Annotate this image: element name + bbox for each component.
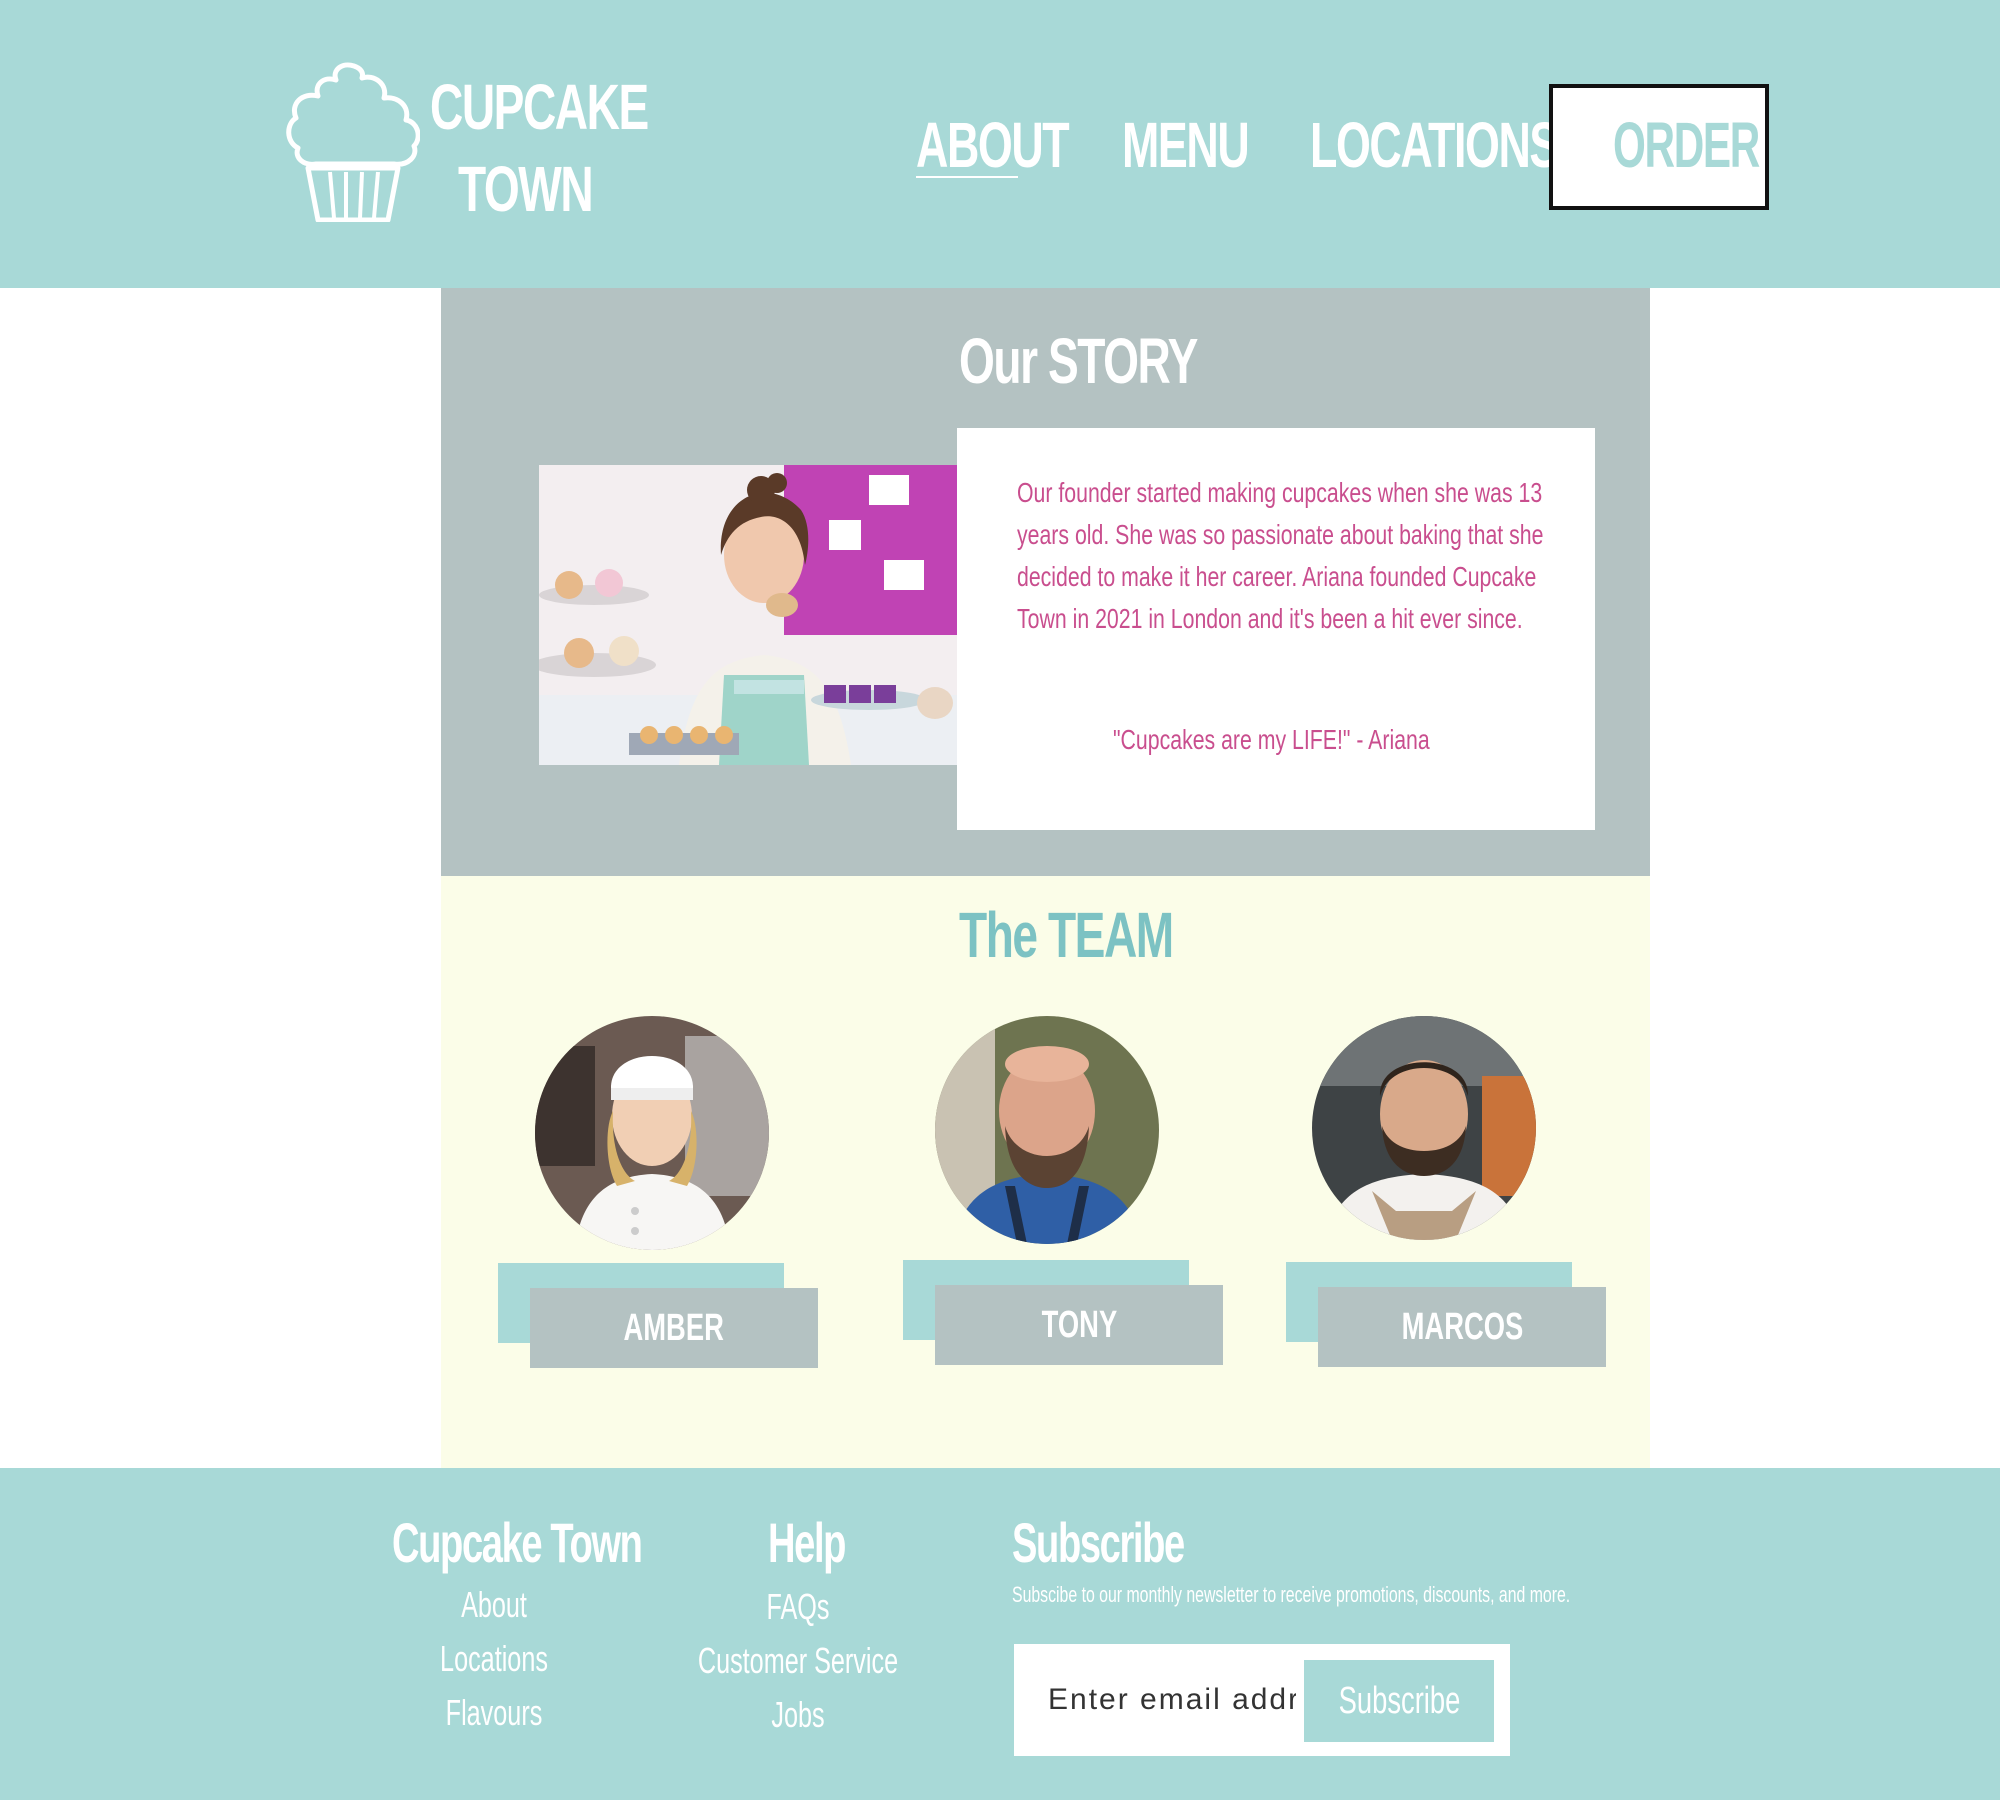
footer-link-customer-service[interactable]: Customer Service [693,1640,903,1682]
cupcake-icon[interactable] [284,58,420,222]
team-photo-tony [935,1016,1159,1244]
team-title: The TEAM [959,899,1174,971]
subscribe-button[interactable]: Subscribe [1304,1660,1494,1742]
story-title: Our STORY [959,325,1198,397]
site-footer: Cupcake Town About Locations Flavours He… [0,1468,2000,1800]
footer-help-heading: Help [768,1511,846,1574]
order-button-label: ORDER [1613,109,1760,181]
story-section: Our STORY Our founder started making cup… [441,288,1650,876]
footer-brand-heading: Cupcake Town [392,1511,643,1574]
team-section: The TEAM AMBER TONY MARCOS [441,876,1650,1468]
footer-subscribe-heading: Subscribe [1012,1511,1185,1574]
active-nav-underline [916,176,1018,178]
nav-locations[interactable]: LOCATIONS [1310,108,1559,182]
team-name-label: TONY [1041,1303,1117,1346]
footer-link-about[interactable]: About [424,1584,564,1626]
brand-name-line1[interactable]: CUPCAKE [430,70,649,144]
founder-photo [539,465,989,765]
footer-link-faqs[interactable]: FAQs [693,1586,903,1628]
team-name-label: AMBER [623,1306,725,1349]
team-name-amber[interactable]: AMBER [530,1288,818,1368]
brand-name-line2[interactable]: TOWN [458,152,594,226]
subscribe-button-label: Subscribe [1338,1679,1460,1722]
footer-link-flavours[interactable]: Flavours [424,1692,564,1734]
founder-quote: "Cupcakes are my LIFE!" - Ariana [1113,724,1430,755]
team-name-label: MARCOS [1401,1305,1523,1348]
subscribe-description: Subscibe to our monthly newsletter to re… [1012,1582,1571,1607]
story-paragraph: Our founder started making cupcakes when… [1017,477,1544,634]
team-photo-marcos [1312,1016,1536,1240]
team-photo-amber [535,1016,769,1250]
order-button[interactable]: ORDER [1549,84,1769,210]
site-header: CUPCAKE TOWN ABOUT MENU LOCATIONS ORDER [0,0,2000,288]
footer-link-locations[interactable]: Locations [424,1638,564,1680]
email-field[interactable] [1024,1660,1296,1740]
subscribe-form: Subscribe [1014,1644,1510,1756]
footer-link-jobs[interactable]: Jobs [693,1694,903,1736]
nav-about[interactable]: ABOUT [916,108,1070,182]
story-card: Our founder started making cupcakes when… [957,428,1595,830]
team-name-marcos[interactable]: MARCOS [1318,1287,1606,1367]
team-name-tony[interactable]: TONY [935,1285,1223,1365]
nav-menu[interactable]: MENU [1122,108,1250,182]
